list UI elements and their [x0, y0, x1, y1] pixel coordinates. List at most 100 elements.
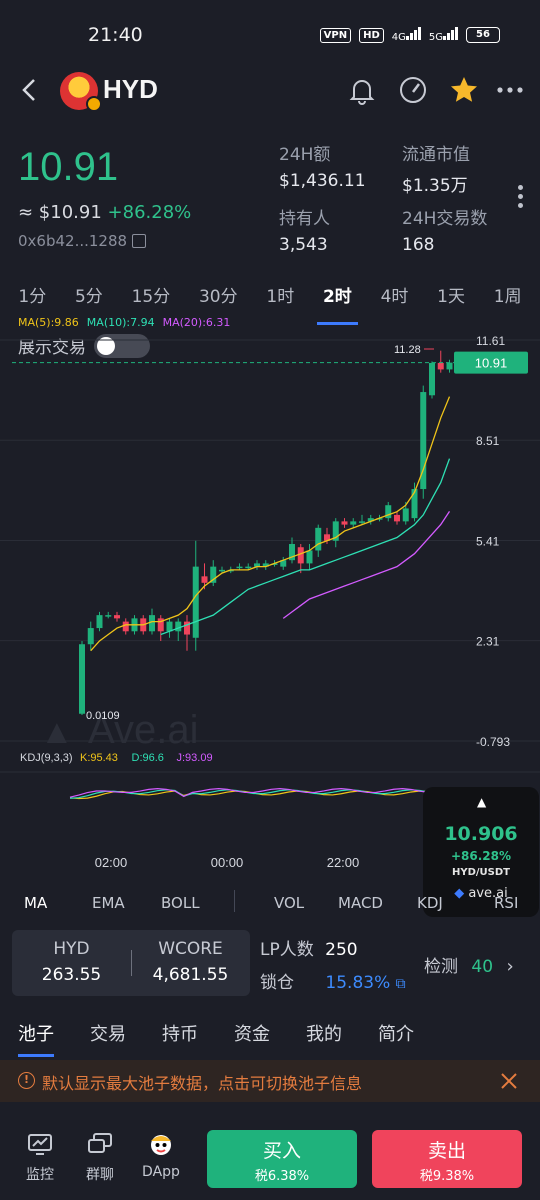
usd-price: ≈ $10.91: [18, 202, 102, 223]
star-favorite-icon[interactable]: [448, 74, 480, 106]
indicator-tabs: MA EMA BOLL VOL MACD KDJ RSI: [0, 890, 540, 916]
nav-label: 监控: [26, 1167, 54, 1183]
chain-badge-icon: [86, 96, 102, 112]
contract-address: 0x6b42...1288: [18, 232, 128, 250]
battery-icon: 56: [466, 27, 500, 43]
nav-group-chat[interactable]: 群聊: [75, 1132, 125, 1184]
content-tab[interactable]: 资金: [234, 1020, 270, 1046]
candle-body: [122, 621, 129, 632]
sell-button[interactable]: 卖出 税9.38%: [372, 1130, 522, 1188]
content-tab[interactable]: 持币: [162, 1020, 198, 1046]
token-symbol: HYD: [103, 74, 158, 104]
pool-notice-banner[interactable]: ! 默认显示最大池子数据，点击可切换池子信息: [0, 1060, 540, 1102]
x-tick-label: 02:00: [95, 855, 128, 870]
candle-body: [149, 615, 155, 632]
vpn-icon: VPN: [319, 27, 352, 43]
indicator-tab[interactable]: EMA: [92, 894, 125, 912]
collapse-up-icon[interactable]: ▲: [477, 795, 486, 809]
nav-monitor[interactable]: 监控: [15, 1132, 65, 1184]
lock-value[interactable]: 15.83%: [325, 973, 390, 993]
usd-price-row: ≈ $10.91 +86.28%: [18, 202, 191, 223]
indicator-tab[interactable]: RSI: [494, 894, 518, 912]
price-change: +86.28%: [107, 202, 192, 223]
ma20-line: [282, 510, 451, 619]
pool-token-box[interactable]: HYD 263.55 WCORE 4,681.55: [12, 930, 250, 996]
kdj-value: K:95.43: [80, 752, 118, 764]
copy-icon[interactable]: [132, 234, 147, 248]
hd-icon: HD: [359, 27, 384, 43]
pool-token-a-amount: 263.55: [41, 965, 102, 985]
close-icon[interactable]: [500, 1072, 518, 1090]
candle-body: [96, 615, 103, 629]
stat-value: 168: [402, 235, 435, 255]
indicator-tab-active[interactable]: MA: [24, 894, 47, 912]
net-4g-label: 4G: [391, 32, 406, 43]
lp-holders-row: LP人数 250: [260, 935, 358, 960]
chevron-right-icon: ›: [506, 956, 514, 977]
security-check-row[interactable]: 检测 40 ›: [424, 952, 514, 977]
candle-body: [402, 508, 409, 522]
content-tab[interactable]: 我的: [306, 1020, 342, 1046]
status-bar: 21:40 VPN HD 4G 5G 56: [0, 0, 540, 70]
more-options-icon[interactable]: [495, 74, 527, 106]
candle-body: [297, 547, 304, 564]
candle-body: [175, 621, 182, 632]
monitor-icon: [28, 1134, 52, 1155]
content-tab[interactable]: 交易: [90, 1020, 126, 1046]
info-icon: !: [18, 1072, 35, 1089]
candle-body: [201, 576, 208, 583]
indicator-tab[interactable]: VOL: [274, 894, 304, 912]
lock-row: 锁仓 15.83% ⧉: [260, 968, 406, 993]
content-tab-active[interactable]: 池子: [18, 1020, 54, 1046]
ma10-line: [160, 458, 451, 636]
kdj-value: J:93.09: [177, 752, 213, 764]
gauge-icon[interactable]: [397, 74, 429, 106]
bell-icon[interactable]: [346, 74, 378, 106]
check-label: 检测: [424, 957, 458, 977]
content-tab[interactable]: 简介: [378, 1020, 414, 1046]
stat-holders: 持有人 3,543: [279, 204, 330, 255]
status-time: 21:40: [88, 24, 143, 46]
candle-body: [114, 615, 120, 619]
pool-token-b-name: WCORE: [158, 939, 223, 959]
back-arrow-icon[interactable]: [20, 77, 38, 103]
popup-change: +86.28%: [450, 849, 512, 863]
buy-label: 买入: [262, 1140, 301, 1162]
current-price-label: 10.91: [475, 356, 508, 371]
kdj-line: [69, 787, 438, 798]
check-score: 40: [471, 957, 494, 977]
stat-value: 3,543: [279, 235, 328, 255]
chat-icon: [88, 1133, 112, 1153]
buy-button[interactable]: 买入 税6.38%: [207, 1130, 357, 1188]
stat-volume: 24H额 $1,436.11: [279, 140, 366, 191]
indicator-tab[interactable]: MACD: [338, 894, 383, 912]
nav-dapp[interactable]: DApp: [136, 1132, 186, 1180]
popup-value: 10.906: [444, 823, 518, 845]
indicator-tab[interactable]: KDJ: [417, 894, 443, 912]
sell-tax: 税9.38%: [419, 1169, 475, 1184]
contract-address-row[interactable]: 0x6b42...1288: [18, 232, 147, 250]
candle-body: [105, 615, 112, 617]
candle-body: [236, 566, 243, 569]
token-logo: [60, 72, 102, 112]
candle-body: [245, 566, 252, 569]
stat-label: 24H额: [279, 145, 331, 165]
stat-label: 24H交易数: [402, 209, 488, 229]
candle-body: [219, 569, 225, 572]
low-label: 0.0109: [86, 710, 120, 722]
lock-label: 锁仓: [260, 973, 294, 993]
x-tick-label: 22:00: [327, 855, 360, 870]
candle-body: [306, 550, 313, 564]
y-tick-label: 2.31: [476, 635, 500, 649]
external-link-icon[interactable]: ⧉: [396, 976, 406, 992]
indicator-tab[interactable]: BOLL: [161, 894, 200, 912]
stat-tx-count: 24H交易数 168: [402, 204, 487, 255]
token-header: HYD: [0, 70, 540, 112]
content-tabs: 池子 交易 持币 资金 我的 简介: [0, 1016, 540, 1058]
kdj-label: KDJ(9,3,3): [20, 752, 73, 764]
stats-more-icon[interactable]: [518, 185, 526, 212]
dapp-mascot-icon: [151, 1135, 171, 1155]
pool-token-a-name: HYD: [53, 939, 90, 959]
candle-body: [341, 521, 348, 525]
lp-label: LP人数: [260, 940, 314, 960]
